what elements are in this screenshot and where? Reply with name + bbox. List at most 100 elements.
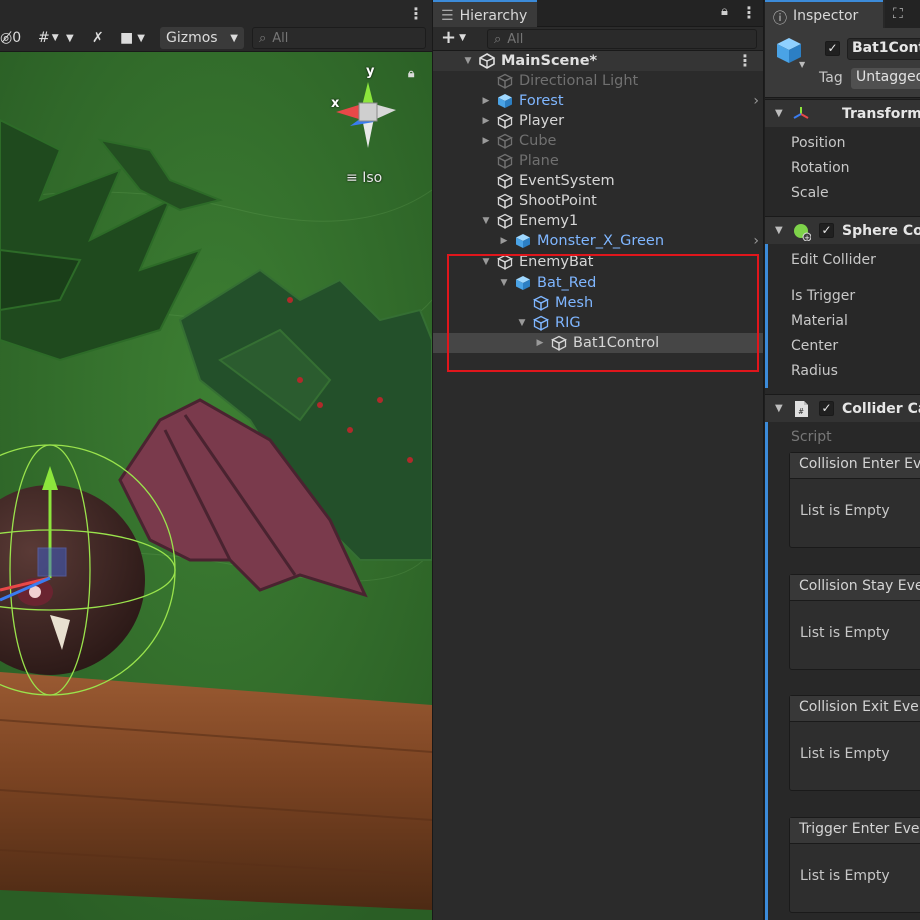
expand-arrow-down-icon[interactable]: ▼ [499, 278, 509, 288]
tag-label: Tag [819, 70, 843, 86]
expand-arrow-right-icon[interactable]: ▶ [481, 136, 491, 146]
tab-secondary[interactable]: ⛶ [885, 0, 920, 28]
tab-inspector[interactable]: ⓘ Inspector [765, 0, 883, 28]
hierarchy-item-label: EventSystem [519, 173, 615, 189]
hierarchy-item[interactable]: ▼ Enemy1 [433, 211, 763, 231]
scene-search[interactable]: ⌕ [252, 27, 426, 49]
collision-enter-event-box[interactable]: Collision Enter Event List is Empty [789, 452, 920, 548]
expand-arrow-down-icon[interactable]: ▼ [481, 257, 491, 267]
gameobject-icon [551, 335, 567, 351]
hierarchy-item[interactable]: ▼ Bat_Red [433, 273, 763, 293]
hierarchy-item-label: ShootPoint [519, 193, 597, 209]
hierarchy-item-label: MainScene* [501, 53, 598, 69]
object-name-field[interactable]: Bat1Control [847, 38, 920, 60]
lock-icon[interactable]: 🔒︎ [721, 4, 728, 19]
search-icon: ⌕ [259, 30, 267, 46]
hierarchy-item[interactable]: ▶ Forest › [433, 91, 763, 111]
scene-search-input[interactable] [272, 30, 413, 46]
add-object-button[interactable]: + ▼ [441, 27, 466, 48]
sphere-collider-icon: + [794, 224, 811, 241]
visibility-toggle[interactable]: ◎̸ 0 [0, 27, 21, 49]
edit-collider-label: Edit Collider [791, 252, 876, 268]
dropdown-caret-icon[interactable]: ▼ [66, 27, 74, 49]
hierarchy-item-label: Enemy1 [519, 213, 579, 229]
expand-arrow-right-icon[interactable]: ▶ [535, 338, 545, 348]
tag-dropdown[interactable]: Untagged [851, 68, 920, 89]
fold-arrow-icon: ▼ [775, 108, 783, 119]
gameobject-icon [533, 295, 549, 311]
scene-view[interactable]: y x ≡ Iso 🔒︎ ⋮ ◎̸ 0 # ▼ ▼ ✗ ■ ▼ Gizmos ▼… [0, 0, 432, 920]
hierarchy-item[interactable]: ▶ Monster_X_Green › [433, 231, 763, 251]
kebab-menu-icon[interactable]: ⋮ [408, 4, 424, 23]
add-caret-icon: ▼ [459, 33, 467, 43]
hierarchy-item[interactable]: ▶ Cube [433, 131, 763, 151]
hierarchy-toolbar: + ▼ ⌕ [433, 27, 763, 51]
prop-material: Material [791, 313, 848, 329]
open-prefab-arrow-icon[interactable]: › [753, 233, 759, 249]
camera-button[interactable]: ■ ▼ [120, 27, 145, 49]
expand-arrow-right-icon[interactable]: ▶ [481, 96, 491, 106]
sphere-collider-header[interactable]: ▼ + ✓ Sphere Collider [765, 216, 920, 244]
visibility-count: 0 [12, 30, 22, 46]
hierarchy-item[interactable]: ShootPoint [433, 191, 763, 211]
gameobject-icon [497, 133, 513, 149]
active-checkbox[interactable]: ✓ [825, 41, 840, 56]
hierarchy-item-label: EnemyBat [519, 254, 594, 270]
script-icon: # [795, 401, 808, 417]
gizmos-dropdown[interactable]: Gizmos ▼ [160, 27, 244, 49]
event-title: Collision Exit Event [790, 696, 920, 722]
gameobject-icon [497, 173, 513, 189]
lock-icon[interactable]: 🔒︎ [408, 66, 414, 81]
tab-hierarchy[interactable]: ☰ Hierarchy [433, 0, 538, 28]
hierarchy-item[interactable]: Mesh [433, 293, 763, 313]
script-enabled-checkbox[interactable]: ✓ [819, 401, 834, 416]
gameobject-icon [497, 254, 513, 270]
hierarchy-item[interactable]: ▼ MainScene* ⋮ [433, 51, 763, 71]
expand-arrow-down-icon[interactable]: ▼ [481, 216, 491, 226]
prop-radius: Radius [791, 363, 838, 379]
hierarchy-item[interactable]: Directional Light [433, 71, 763, 91]
hierarchy-item[interactable]: ▶ Player [433, 111, 763, 131]
tools-icon[interactable]: ✗ [92, 27, 104, 49]
hierarchy-item-label: Bat_Red [537, 275, 597, 291]
transform-component-header[interactable]: ▼ Transform [765, 99, 920, 127]
expand-arrow-down-icon[interactable]: ▼ [517, 318, 527, 328]
gameobject-icon [497, 113, 513, 129]
hierarchy-item[interactable]: ▼ RIG [433, 313, 763, 333]
inspector-object-header: ▼ ✓ Bat1Control Tag Untagged [765, 28, 920, 98]
svg-text:#: # [799, 407, 804, 416]
sphere-collider-enabled-checkbox[interactable]: ✓ [819, 223, 834, 238]
expand-arrow-right-icon[interactable]: ▶ [481, 116, 491, 126]
icon-caret-icon[interactable]: ▼ [799, 60, 805, 69]
gameobject-icon [497, 153, 513, 169]
grid-snap-button[interactable]: # ▼ [38, 27, 59, 49]
hierarchy-item[interactable]: ▶ Bat1Control [433, 333, 763, 353]
hierarchy-item-label: Player [519, 113, 565, 129]
hierarchy-item[interactable]: ▼ EnemyBat [433, 251, 763, 273]
iso-toggle[interactable]: ≡ Iso [346, 170, 382, 186]
collision-stay-event-box[interactable]: Collision Stay Event List is Empty [789, 574, 920, 670]
info-icon: ⓘ [773, 11, 787, 27]
inspector-tab-label: Inspector [793, 8, 859, 24]
scene-kebab-icon[interactable]: ⋮ [737, 51, 753, 70]
axis-y-label: y [366, 64, 375, 79]
kebab-menu-icon[interactable]: ⋮ [741, 3, 757, 22]
collision-exit-event-box[interactable]: Collision Exit Event List is Empty [789, 695, 920, 791]
trigger-enter-event-box[interactable]: Trigger Enter Event List is Empty [789, 817, 920, 913]
hierarchy-search-input[interactable] [507, 31, 728, 47]
expand-arrow-down-icon[interactable]: ▼ [463, 56, 473, 66]
scene-toolbar: ⋮ ◎̸ 0 # ▼ ▼ ✗ ■ ▼ Gizmos ▼ ⌕ [0, 0, 432, 52]
hierarchy-item-label: Forest [519, 93, 564, 109]
prop-position: Position [791, 135, 846, 151]
expand-arrow-right-icon[interactable]: ▶ [499, 236, 509, 246]
fold-arrow-icon: ▼ [775, 403, 783, 414]
hierarchy-tab-label: Hierarchy [459, 8, 528, 24]
hierarchy-item[interactable]: Plane [433, 151, 763, 171]
tab-secondary-icon: ⛶ [893, 6, 903, 22]
scene-canvas[interactable] [0, 0, 432, 920]
prop-scale: Scale [791, 185, 829, 201]
open-prefab-arrow-icon[interactable]: › [753, 93, 759, 109]
hierarchy-search[interactable]: ⌕ [487, 29, 757, 49]
collider-script-header[interactable]: ▼ # ✓ Collider Callbacks [765, 394, 920, 422]
hierarchy-item[interactable]: EventSystem [433, 171, 763, 191]
